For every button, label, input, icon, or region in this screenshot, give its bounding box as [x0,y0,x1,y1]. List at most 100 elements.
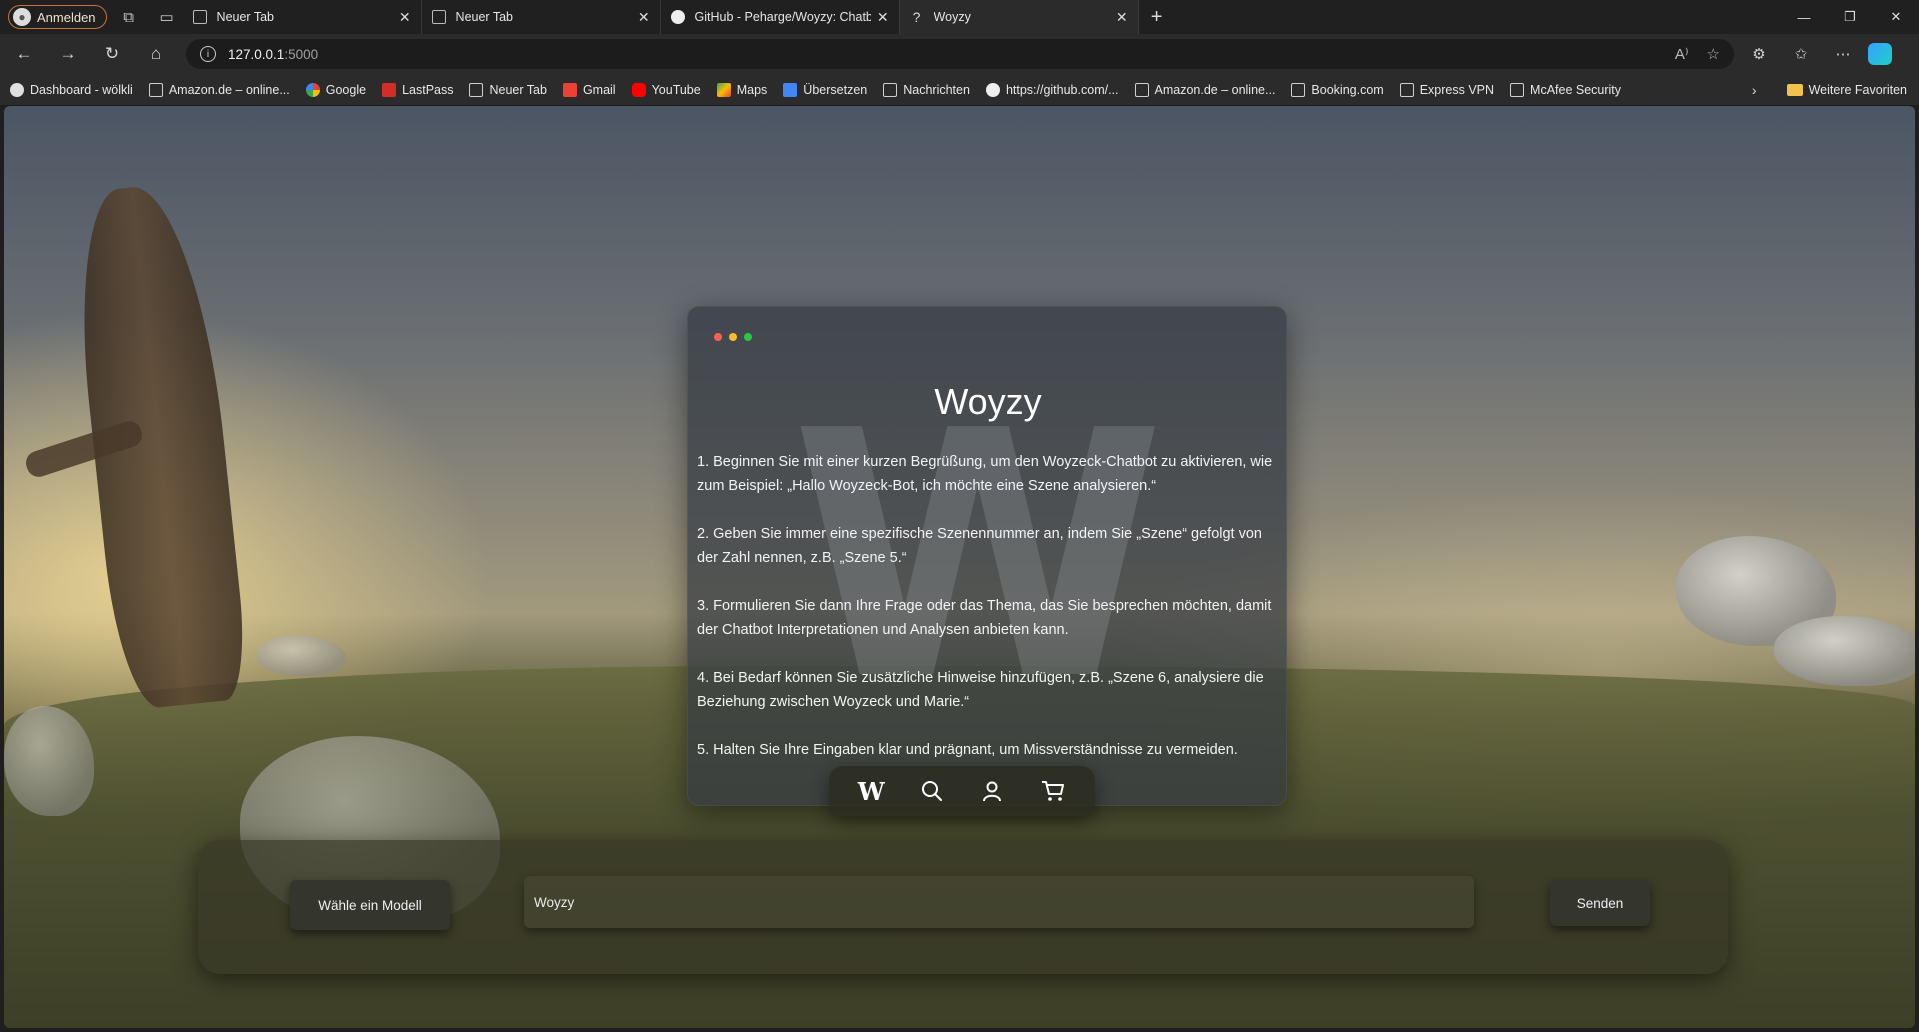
search-icon[interactable] [912,771,952,811]
copilot-icon[interactable] [1868,43,1892,65]
bookmark-item[interactable]: Amazon.de – online... [1134,82,1275,97]
home-icon[interactable]: ⌂ [136,38,176,70]
tab-3[interactable]: GitHub - Peharge/Woyzy: Chatbo ✕ [661,0,900,34]
tab-1[interactable]: Neuer Tab ✕ [183,0,422,34]
url-host: 127.0.0.1 [228,46,285,62]
maps-icon [716,82,731,97]
address-bar[interactable]: i 127.0.0.1:5000 A⁾ ☆ [186,39,1734,69]
instruction-step: 2. Geben Sie immer eine spezifische Szen… [697,526,1262,566]
tab-title: Neuer Tab [216,10,274,24]
bookmark-item[interactable]: McAfee Security [1510,82,1621,97]
profile-button[interactable]: ● Anmelden [8,5,107,29]
site-info-icon[interactable]: i [200,46,216,62]
bookmark-item[interactable]: Dashboard - wölkli [10,82,133,97]
instruction-step: 5. Halten Sie Ihre Eingaben klar und prä… [697,742,1238,758]
close-icon[interactable]: ✕ [877,9,889,26]
avatar-icon: ● [13,8,31,26]
bookmark-label: Google [325,82,367,97]
address-bar-actions: A⁾ ☆ [1675,45,1720,63]
bookmark-item[interactable]: Übersetzen [783,82,867,97]
red-dot [714,333,722,341]
bookmarks-bar: Dashboard - wölkli Amazon.de – online...… [0,74,1919,106]
card-title: Woyzy [934,381,1042,422]
navigation-bar: ← → ↻ ⌂ i 127.0.0.1:5000 A⁾ ☆ ⚙ ✩ ⋯ [0,34,1919,74]
w-logo-icon[interactable]: W [851,771,891,811]
page-icon [1399,82,1414,97]
reload-icon[interactable]: ↻ [92,38,132,70]
user-icon[interactable] [972,771,1012,811]
favorite-star-icon[interactable]: ☆ [1707,45,1720,63]
background-rock [256,636,346,676]
url-port: :5000 [284,46,319,62]
instructions-card: W Woyzy 1. Beginnen Sie mit einer kurzen… [687,306,1287,806]
extensions-icon[interactable]: ⚙ [1740,39,1778,69]
restore-icon[interactable]: ❐ [1827,0,1873,34]
bookmark-item[interactable]: Nachrichten [883,82,970,97]
instruction-step: 4. Bei Bedarf können Sie zusätzliche Hin… [697,670,1264,710]
bookmark-item[interactable]: Neuer Tab [469,82,547,97]
tab-title: GitHub - Peharge/Woyzy: Chatbo [694,10,871,24]
page-icon [148,82,163,97]
question-mark-icon: ? [912,9,921,25]
bookmark-item[interactable]: Booking.com [1291,82,1384,97]
tab-favicon-icon [192,10,207,24]
github-icon [985,82,1000,97]
bookmark-label: Neuer Tab [489,82,547,97]
new-tab-button[interactable]: + [1139,0,1175,34]
close-icon[interactable]: ✕ [399,9,411,26]
cart-icon[interactable] [1033,771,1073,811]
bookmark-label: Booking.com [1311,82,1384,97]
tab-favicon-icon [431,10,446,24]
bookmark-label: Gmail [582,82,616,97]
favorites-icon[interactable]: ✩ [1782,39,1820,69]
tab-2[interactable]: Neuer Tab ✕ [422,0,661,34]
newtab-icon [469,82,484,97]
page-icon [1134,82,1149,97]
chevron-right-icon[interactable]: › [1752,82,1757,98]
close-icon[interactable]: ✕ [638,9,650,26]
model-select-button[interactable]: Wähle ein Modell [290,880,450,930]
bookmark-item[interactable]: Gmail [562,82,616,97]
google-icon [305,82,320,97]
instruction-step: 1. Beginnen Sie mit einer kurzen Begrüßu… [697,454,1273,494]
bookmark-item[interactable]: Express VPN [1399,82,1495,97]
minimize-icon[interactable]: — [1781,0,1827,34]
collections-icon[interactable]: ⧉ [113,3,145,31]
bookmark-item[interactable]: Maps [716,82,767,97]
read-aloud-icon[interactable]: A⁾ [1675,45,1689,63]
bookmark-label: YouTube [651,82,701,97]
bookmark-item[interactable]: Google [305,82,367,97]
background-rock [1774,616,1915,686]
window-dots [714,333,752,341]
youtube-icon [631,82,646,97]
instruction-list: 1. Beginnen Sie mit einer kurzen Begrüßu… [697,450,1277,786]
bookmark-label: Express VPN [1419,82,1495,97]
bookmark-item[interactable]: Amazon.de – online... [148,82,290,97]
more-menu-icon[interactable]: ⋯ [1824,39,1862,69]
other-favorites-folder[interactable]: Weitere Favoriten [1786,82,1907,97]
page-viewport: W Woyzy 1. Beginnen Sie mit einer kurzen… [4,106,1915,1028]
tab-actions-icon[interactable]: ▭ [151,3,183,31]
send-button[interactable]: Senden [1550,880,1650,926]
translate-icon [783,82,798,97]
tab-4[interactable]: ? Woyzy ✕ [899,0,1139,34]
bookmark-item[interactable]: LastPass [382,82,453,97]
bookmark-item[interactable]: https://github.com/... [985,82,1119,97]
bookmark-label: Dashboard - wölkli [30,82,133,97]
folder-label: Weitere Favoriten [1808,82,1907,97]
back-icon[interactable]: ← [4,38,44,70]
bookmark-item[interactable]: YouTube [631,82,701,97]
github-icon [670,10,685,24]
instruction-step: 3. Formulieren Sie dann Ihre Frage oder … [697,598,1272,638]
forward-icon[interactable]: → [48,38,88,70]
yellow-dot [729,333,737,341]
chat-input[interactable] [524,876,1474,928]
chat-bar: Wähle ein Modell Senden [198,840,1728,974]
tab-title: Woyzy [933,10,971,24]
close-window-icon[interactable]: ✕ [1873,0,1919,34]
folder-icon [1786,83,1803,96]
browser-window: ● Anmelden ⧉ ▭ Neuer Tab ✕ Neuer Tab ✕ G… [0,0,1919,1032]
green-dot [744,333,752,341]
close-icon[interactable]: ✕ [1116,9,1128,26]
bookmark-label: https://github.com/... [1005,82,1119,97]
